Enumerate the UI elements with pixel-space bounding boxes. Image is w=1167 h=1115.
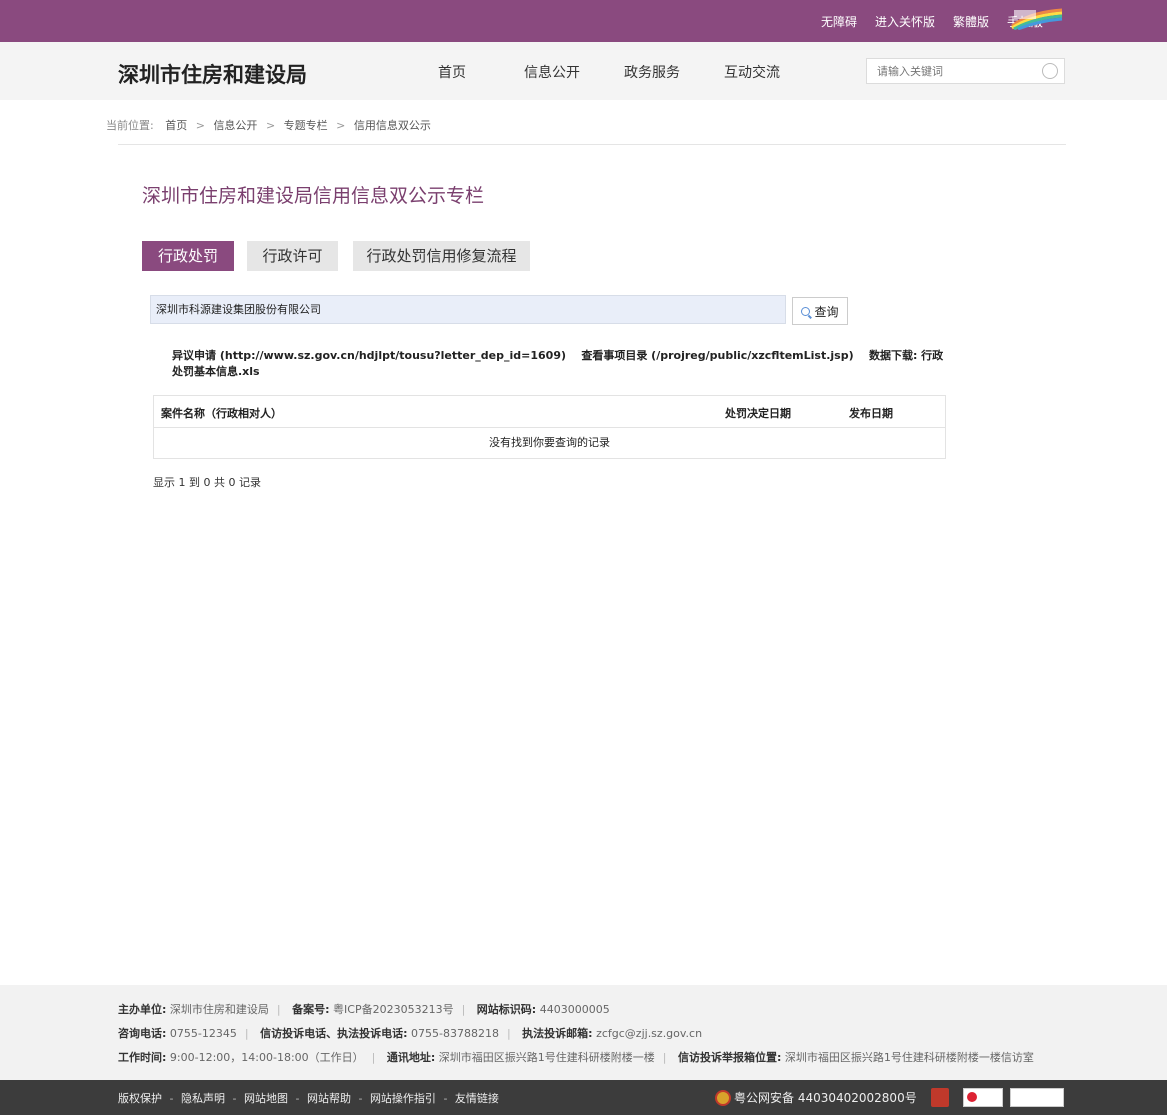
top-bar: 无障碍 进入关怀版 繁體版 手机版 — [0, 0, 1167, 42]
breadcrumb-current[interactable]: 信用信息双公示 — [354, 119, 431, 132]
police-badge-icon — [715, 1089, 731, 1106]
breadcrumb: 当前位置: 首页 > 信息公开 > 专题专栏 > 信用信息双公示 — [106, 117, 431, 133]
nav-item-info-disclosure[interactable]: 信息公开 — [524, 62, 580, 82]
empty-message: 没有找到你要查询的记录 — [489, 436, 610, 449]
search-icon[interactable] — [1042, 63, 1058, 79]
care-mode-link[interactable]: 进入关怀版 — [875, 13, 935, 30]
catalog-link[interactable]: 查看事项目录 (/projreg/public/xzcfltemList.jsp… — [581, 349, 853, 362]
rainbow-logo-icon[interactable] — [1010, 8, 1064, 30]
info-links: 异议申请 (http://www.sz.gov.cn/hdjlpt/tousu?… — [172, 348, 952, 380]
copyright-link[interactable]: 版权保护 — [118, 1092, 162, 1105]
results-table: 案件名称（行政相对人） 处罚决定日期 发布日期 没有找到你要查询的记录 — [153, 395, 946, 459]
footer-line-3: 工作时间: 9:00-12:00，14:00-18:00（工作日） | 通讯地址:… — [118, 1051, 1034, 1064]
magnifier-icon — [801, 306, 811, 316]
party-badge-icon[interactable] — [931, 1088, 949, 1107]
footer-label: 通讯地址: — [386, 1051, 436, 1064]
traditional-chinese-link[interactable]: 繁體版 — [953, 13, 989, 30]
guide-link[interactable]: 网站操作指引 — [370, 1092, 436, 1105]
objection-link[interactable]: 异议申请 (http://www.sz.gov.cn/hdjlpt/tousu?… — [172, 349, 566, 362]
tab-credit-repair-process[interactable]: 行政处罚信用修复流程 — [353, 241, 530, 271]
query-button-label: 查询 — [814, 304, 839, 319]
footer-line-1: 主办单位: 深圳市住房和建设局 | 备案号: 粤ICP备2023053213号 | … — [118, 1003, 610, 1016]
breadcrumb-prefix: 当前位置: — [106, 119, 154, 132]
footer-label: 咨询电话: — [118, 1027, 167, 1040]
footer-value: 0755-83788218 — [411, 1027, 499, 1040]
column-header-decision-date[interactable]: 处罚决定日期 — [725, 405, 791, 421]
footer-value: 深圳市福田区振兴路1号住建科研楼附楼一楼 — [438, 1051, 655, 1064]
breadcrumb-special-topics[interactable]: 专题专栏 — [284, 119, 328, 132]
footer-value[interactable]: 粤ICP备2023053213号 — [333, 1003, 454, 1016]
police-record[interactable]: 粤公网安备 44030402002800号 — [715, 1089, 917, 1106]
bottom-bar: 版权保护 - 隐私声明 - 网站地图 - 网站帮助 - 网站操作指引 - 友情链… — [0, 1080, 1167, 1115]
accessibility-link[interactable]: 无障碍 — [821, 13, 857, 30]
breadcrumb-info-disclosure[interactable]: 信息公开 — [213, 119, 257, 132]
footer-label: 主办单位: — [118, 1003, 167, 1016]
nav-item-gov-services[interactable]: 政务服务 — [624, 62, 680, 82]
nav-item-home[interactable]: 首页 — [438, 62, 466, 82]
gov-site-error-icon[interactable] — [963, 1088, 1003, 1107]
tab-administrative-license[interactable]: 行政许可 — [247, 241, 338, 271]
footer-value: 深圳市福田区振兴路1号住建科研楼附楼一楼信访室 — [784, 1051, 1034, 1064]
footer-label: 网站标识码: — [476, 1003, 537, 1016]
column-header-publish-date[interactable]: 发布日期 — [849, 405, 893, 421]
page-title: 深圳市住房和建设局信用信息双公示专栏 — [142, 185, 485, 207]
footer: 主办单位: 深圳市住房和建设局 | 备案号: 粤ICP备2023053213号 | … — [0, 985, 1167, 1080]
footer-line-2: 咨询电话: 0755-12345 | 信访投诉电话、执法投诉电话: 0755-83… — [118, 1027, 703, 1040]
query-button[interactable]: 查询 — [792, 297, 848, 325]
nav-item-interaction[interactable]: 互动交流 — [724, 62, 780, 82]
bottom-links: 版权保护 - 隐私声明 - 网站地图 - 网站帮助 - 网站操作指引 - 友情链… — [118, 1092, 499, 1105]
tab-administrative-penalty[interactable]: 行政处罚 — [142, 241, 234, 271]
footer-value: 0755-12345 — [169, 1027, 237, 1040]
site-title[interactable]: 深圳市住房和建设局 — [118, 59, 307, 89]
accessibility-badge-icon[interactable] — [1010, 1088, 1064, 1107]
breadcrumb-separator: > — [336, 119, 346, 132]
divider — [118, 144, 1066, 145]
privacy-link[interactable]: 隐私声明 — [181, 1092, 225, 1105]
footer-label: 备案号: — [292, 1003, 330, 1016]
police-record-text: 粤公网安备 44030402002800号 — [734, 1091, 917, 1105]
footer-label: 执法投诉邮箱: — [522, 1027, 593, 1040]
main-nav: 首页 信息公开 政务服务 互动交流 — [438, 62, 780, 82]
help-link[interactable]: 网站帮助 — [307, 1092, 351, 1105]
record-count: 显示 1 到 0 共 0 记录 — [153, 476, 261, 489]
footer-value: 4403000005 — [539, 1003, 610, 1016]
footer-value: 深圳市住房和建设局 — [169, 1003, 269, 1016]
friend-links[interactable]: 友情链接 — [455, 1092, 499, 1105]
search-input[interactable] — [867, 59, 1027, 83]
column-header-case-name[interactable]: 案件名称（行政相对人） — [161, 405, 282, 421]
site-search — [866, 58, 1065, 84]
footer-value: 9:00-12:00，14:00-18:00（工作日） — [169, 1051, 364, 1064]
table-header-row: 案件名称（行政相对人） 处罚决定日期 发布日期 — [154, 396, 945, 428]
site-header: 深圳市住房和建设局 首页 信息公开 政务服务 互动交流 — [0, 42, 1167, 100]
footer-value[interactable]: zcfgc@zjj.sz.gov.cn — [596, 1027, 702, 1040]
query-input[interactable]: 深圳市科源建设集团股份有限公司 — [150, 295, 786, 324]
breadcrumb-home[interactable]: 首页 — [165, 119, 187, 132]
footer-label: 工作时间: — [118, 1051, 167, 1064]
sitemap-link[interactable]: 网站地图 — [244, 1092, 288, 1105]
footer-label: 信访投诉电话、执法投诉电话: — [260, 1027, 408, 1040]
footer-label: 信访投诉举报箱位置: — [678, 1051, 782, 1064]
breadcrumb-separator: > — [195, 119, 205, 132]
breadcrumb-separator: > — [265, 119, 276, 132]
